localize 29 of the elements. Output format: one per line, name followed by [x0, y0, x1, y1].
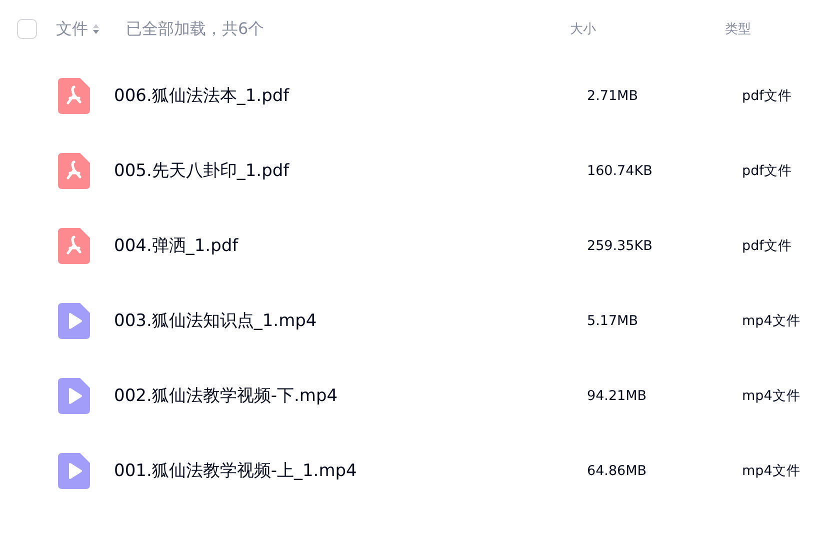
file-size: 160.74KB — [587, 162, 654, 178]
pdf-file-icon — [58, 78, 90, 114]
file-type: mp4文件 — [742, 312, 800, 330]
video-file-icon — [58, 302, 90, 338]
file-size: 2.71MB — [587, 88, 639, 104]
file-size: 5.17MB — [587, 312, 639, 328]
select-all-checkbox[interactable] — [17, 19, 37, 39]
type-column-header: 类型 — [725, 21, 751, 38]
file-type: mp4文件 — [742, 462, 800, 480]
file-name[interactable]: 003.狐仙法知识点_1.mp4 — [114, 309, 587, 332]
file-size: 259.35KB — [587, 238, 654, 254]
file-type: pdf文件 — [742, 86, 792, 104]
file-name[interactable]: 002.狐仙法教学视频-下.mp4 — [114, 384, 587, 407]
load-status: 已全部加载，共6个 — [126, 18, 266, 40]
sort-icon[interactable] — [92, 23, 100, 35]
file-type: mp4文件 — [742, 386, 800, 404]
file-type: pdf文件 — [742, 162, 792, 180]
file-name[interactable]: 005.先天八卦印_1.pdf — [114, 159, 587, 182]
file-type: pdf文件 — [742, 236, 792, 254]
video-file-icon — [58, 452, 90, 488]
file-name[interactable]: 001.狐仙法教学视频-上_1.mp4 — [114, 459, 587, 482]
file-name[interactable]: 006.狐仙法法本_1.pdf — [114, 84, 587, 107]
pdf-file-icon — [58, 228, 90, 264]
file-name[interactable]: 004.弹洒_1.pdf — [114, 234, 587, 257]
file-size: 94.21MB — [587, 388, 648, 404]
file-size: 64.86MB — [587, 462, 648, 478]
pdf-file-icon — [58, 152, 90, 188]
size-column-header: 大小 — [570, 21, 597, 38]
video-file-icon — [58, 378, 90, 414]
